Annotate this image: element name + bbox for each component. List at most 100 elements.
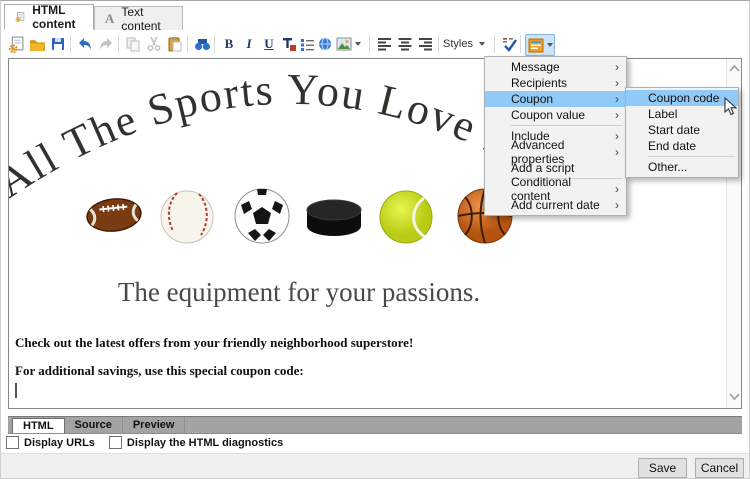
underline-button[interactable]: U xyxy=(259,33,279,55)
editor-toolbar: B I U xyxy=(1,31,750,57)
display-urls-label: Display URLs xyxy=(24,437,95,449)
menu-item-conditional-content[interactable]: Conditional content xyxy=(485,181,626,197)
menu-item-add-current-date[interactable]: Add current date xyxy=(485,197,626,213)
submenu-item-start-date[interactable]: Start date xyxy=(626,122,738,138)
scroll-up-icon[interactable] xyxy=(729,65,740,72)
spellcheck-icon xyxy=(501,36,518,52)
styles-dropdown[interactable]: Styles xyxy=(443,34,487,54)
tab-html-content[interactable]: HTML content xyxy=(4,4,94,30)
menu-item-coupon[interactable]: Coupon xyxy=(485,91,626,107)
redo-button[interactable] xyxy=(96,33,116,55)
merge-field-icon xyxy=(528,38,544,53)
save-icon xyxy=(50,36,66,52)
align-center-button[interactable] xyxy=(395,33,415,55)
bold-label: B xyxy=(225,36,234,52)
align-right-icon xyxy=(417,37,433,51)
menu-item-recipients[interactable]: Recipients xyxy=(485,75,626,91)
tab-html-content-label: HTML content xyxy=(32,3,83,31)
text-content-icon: A xyxy=(105,11,114,27)
display-diagnostics-label: Display the HTML diagnostics xyxy=(127,437,283,449)
paste-button[interactable] xyxy=(165,33,185,55)
copy-button[interactable] xyxy=(123,33,143,55)
bullet-list-button[interactable] xyxy=(297,33,317,55)
italic-label: I xyxy=(246,36,251,52)
view-tab-html[interactable]: HTML xyxy=(12,418,65,433)
align-center-icon xyxy=(397,37,413,51)
email-tagline: The equipment for your passions. xyxy=(9,277,589,308)
mouse-cursor-icon xyxy=(724,97,737,116)
redo-icon xyxy=(98,36,114,52)
styles-dropdown-arrow-icon xyxy=(479,42,485,46)
submenu-arrow-icon xyxy=(615,60,619,74)
open-button[interactable] xyxy=(27,33,47,55)
bullet-list-icon xyxy=(299,36,315,52)
find-button[interactable] xyxy=(192,33,212,55)
bold-button[interactable]: B xyxy=(219,33,239,55)
image-dropdown-arrow-icon xyxy=(355,42,361,46)
tab-text-content-label: Text content xyxy=(121,5,172,33)
insert-field-menu: Message Recipients Coupon Coupon value I… xyxy=(484,56,627,216)
align-right-button[interactable] xyxy=(415,33,435,55)
spellcheck-button[interactable] xyxy=(499,33,519,55)
insert-image-button[interactable] xyxy=(333,33,363,55)
link-globe-icon xyxy=(317,36,333,52)
merge-field-dropdown-arrow-icon xyxy=(547,43,553,47)
cancel-button[interactable]: Cancel xyxy=(695,458,744,478)
align-left-icon xyxy=(377,37,393,51)
cut-button[interactable] xyxy=(144,33,164,55)
email-editor-window: HTML content A Text content xyxy=(0,0,750,479)
options-row: Display URLs Display the HTML diagnostic… xyxy=(6,436,283,449)
submenu-arrow-icon xyxy=(615,108,619,122)
soccer-ball-icon xyxy=(233,187,291,245)
menu-item-add-a-script[interactable]: Add a script xyxy=(485,160,626,176)
view-tab-preview[interactable]: Preview xyxy=(123,417,186,433)
display-diagnostics-checkbox[interactable] xyxy=(109,436,122,449)
menu-item-message[interactable]: Message xyxy=(485,59,626,75)
view-mode-strip: HTML Source Preview xyxy=(8,416,742,434)
email-paragraph-1: Check out the latest offers from your fr… xyxy=(15,335,413,351)
submenu-arrow-icon xyxy=(615,129,619,143)
undo-icon xyxy=(77,36,93,52)
save-toolbar-button[interactable] xyxy=(48,33,68,55)
italic-button[interactable]: I xyxy=(239,33,259,55)
submenu-item-coupon-code[interactable]: Coupon code xyxy=(626,90,738,106)
menu-separator xyxy=(648,156,735,157)
display-urls-checkbox[interactable] xyxy=(6,436,19,449)
menu-separator xyxy=(511,125,623,126)
styles-label: Styles xyxy=(443,38,473,50)
submenu-item-label[interactable]: Label xyxy=(626,106,738,122)
hyperlink-button[interactable] xyxy=(315,33,335,55)
insert-merge-field-button[interactable] xyxy=(525,34,555,56)
text-caret xyxy=(15,383,17,398)
new-template-button[interactable] xyxy=(6,33,26,55)
submenu-arrow-icon xyxy=(615,198,619,212)
tennis-ball-icon xyxy=(378,189,434,245)
coupon-submenu: Coupon code Label Start date End date Ot… xyxy=(625,87,739,178)
font-color-button[interactable] xyxy=(279,33,299,55)
submenu-arrow-icon xyxy=(615,182,619,196)
view-tab-source[interactable]: Source xyxy=(65,417,123,433)
submenu-arrow-icon xyxy=(615,92,619,106)
save-button[interactable]: Save xyxy=(638,458,687,478)
submenu-item-other[interactable]: Other... xyxy=(626,159,738,175)
scroll-down-icon[interactable] xyxy=(729,393,740,400)
hockey-puck-icon xyxy=(304,197,364,241)
font-color-icon xyxy=(281,36,297,52)
underline-label: U xyxy=(264,36,273,52)
footer-bar: Save Cancel xyxy=(1,453,750,479)
binoculars-icon xyxy=(194,36,211,52)
american-football-icon xyxy=(85,193,143,237)
copy-icon xyxy=(125,36,141,52)
image-icon xyxy=(336,37,352,51)
paste-icon xyxy=(167,36,183,52)
document-gear-icon xyxy=(8,36,25,53)
submenu-arrow-icon xyxy=(615,76,619,90)
align-left-button[interactable] xyxy=(375,33,395,55)
tab-text-content[interactable]: A Text content xyxy=(94,6,183,30)
submenu-item-end-date[interactable]: End date xyxy=(626,138,738,154)
menu-item-advanced-properties[interactable]: Advanced properties xyxy=(485,144,626,160)
email-paragraph-2: For additional savings, use this special… xyxy=(15,363,304,379)
submenu-arrow-icon xyxy=(615,145,619,159)
menu-item-coupon-value[interactable]: Coupon value xyxy=(485,107,626,123)
undo-button[interactable] xyxy=(75,33,95,55)
